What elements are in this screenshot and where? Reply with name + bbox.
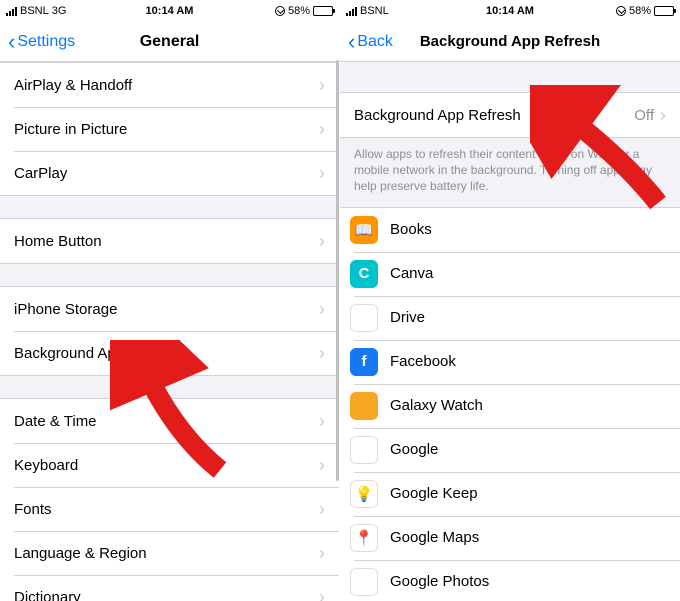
chevron-right-icon: › — [319, 299, 325, 320]
app-icon: 📍 — [350, 524, 378, 552]
row-iphone-storage[interactable]: iPhone Storage › — [0, 287, 339, 331]
row-keyboard[interactable]: Keyboard › — [0, 443, 339, 487]
orientation-lock-icon — [616, 6, 626, 16]
chevron-right-icon: › — [319, 343, 325, 364]
row-label: Books — [390, 221, 432, 238]
app-icon: C — [350, 260, 378, 288]
row-fonts[interactable]: Fonts › — [0, 487, 339, 531]
chevron-right-icon: › — [319, 455, 325, 476]
row-bg-refresh-master[interactable]: Background App Refresh Off › — [340, 93, 680, 137]
row-label: Keyboard — [14, 457, 78, 474]
row-label: Background App Refresh — [354, 107, 521, 124]
chevron-right-icon: › — [319, 499, 325, 520]
row-label: Google Keep — [390, 485, 478, 502]
row-carplay[interactable]: CarPlay › — [0, 151, 339, 195]
row-label: Canva — [390, 265, 433, 282]
back-button[interactable]: ‹ Back — [348, 33, 393, 51]
chevron-right-icon: › — [319, 163, 325, 184]
row-dictionary[interactable]: Dictionary › — [0, 575, 339, 601]
row-app-drive[interactable]: ▲ Drive — [340, 296, 680, 340]
back-label: Settings — [17, 33, 75, 51]
section-footer: Allow apps to refresh their content when… — [340, 138, 680, 199]
row-picture-in-picture[interactable]: Picture in Picture › — [0, 107, 339, 151]
row-app-google[interactable]: G Google — [340, 428, 680, 472]
row-label: Google Maps — [390, 529, 479, 546]
nav-bar: ‹ Back Background App Refresh — [340, 22, 680, 62]
chevron-right-icon: › — [319, 543, 325, 564]
row-airplay-handoff[interactable]: AirPlay & Handoff › — [0, 63, 339, 107]
row-label: Google — [390, 441, 438, 458]
chevron-right-icon: › — [319, 75, 325, 96]
row-label: Drive — [390, 309, 425, 326]
row-label: Fonts — [14, 501, 52, 518]
orientation-lock-icon — [275, 6, 285, 16]
row-label: Home Button — [14, 233, 102, 250]
app-icon: ✦ — [350, 568, 378, 596]
battery-icon — [313, 6, 333, 16]
phone-bg-refresh: BSNL 10:14 AM 58% ‹ Back Background App … — [340, 0, 680, 601]
row-label: Language & Region — [14, 545, 147, 562]
row-label: iPhone Storage — [14, 301, 117, 318]
clock: 10:14 AM — [0, 5, 339, 17]
row-app-google-maps[interactable]: 📍 Google Maps — [340, 516, 680, 560]
row-app-facebook[interactable]: f Facebook — [340, 340, 680, 384]
nav-bar: ‹ Settings General — [0, 22, 339, 62]
row-language-region[interactable]: Language & Region › — [0, 531, 339, 575]
back-label: Back — [357, 33, 393, 51]
row-app-books[interactable]: 📖 Books — [340, 208, 680, 252]
scroll-indicator — [336, 60, 339, 481]
row-label: Picture in Picture — [14, 121, 127, 138]
app-icon: G — [350, 436, 378, 464]
row-app-google-keep[interactable]: 💡 Google Keep — [340, 472, 680, 516]
row-label: Galaxy Watch — [390, 397, 483, 414]
chevron-right-icon: › — [319, 119, 325, 140]
row-background-app-refresh[interactable]: Background App Refresh › — [0, 331, 339, 375]
chevron-right-icon: › — [319, 587, 325, 601]
row-detail: Off — [634, 107, 654, 124]
battery-icon — [654, 6, 674, 16]
clock: 10:14 AM — [340, 5, 680, 17]
phone-general: BSNL 3G 10:14 AM 58% ‹ Settings General … — [0, 0, 340, 601]
row-label: Dictionary — [14, 589, 81, 601]
app-icon: ▲ — [350, 304, 378, 332]
status-bar: BSNL 3G 10:14 AM 58% — [0, 0, 339, 22]
row-label: AirPlay & Handoff — [14, 77, 132, 94]
row-date-time[interactable]: Date & Time › — [0, 399, 339, 443]
row-app-google-photos[interactable]: ✦ Google Photos — [340, 560, 680, 601]
row-label: CarPlay — [14, 165, 67, 182]
chevron-right-icon: › — [319, 411, 325, 432]
status-bar: BSNL 10:14 AM 58% — [340, 0, 680, 22]
row-home-button[interactable]: Home Button › — [0, 219, 339, 263]
app-icon: f — [350, 348, 378, 376]
row-label: Background App Refresh — [14, 345, 181, 362]
app-icon: 💡 — [350, 480, 378, 508]
row-label: Date & Time — [14, 413, 97, 430]
row-app-canva[interactable]: C Canva — [340, 252, 680, 296]
chevron-right-icon: › — [319, 231, 325, 252]
row-label: Facebook — [390, 353, 456, 370]
app-icon: 📖 — [350, 216, 378, 244]
chevron-right-icon: › — [660, 105, 666, 126]
row-app-galaxy-watch[interactable]: Galaxy Watch — [340, 384, 680, 428]
row-label: Google Photos — [390, 573, 489, 590]
back-button[interactable]: ‹ Settings — [8, 33, 75, 51]
app-icon — [350, 392, 378, 420]
